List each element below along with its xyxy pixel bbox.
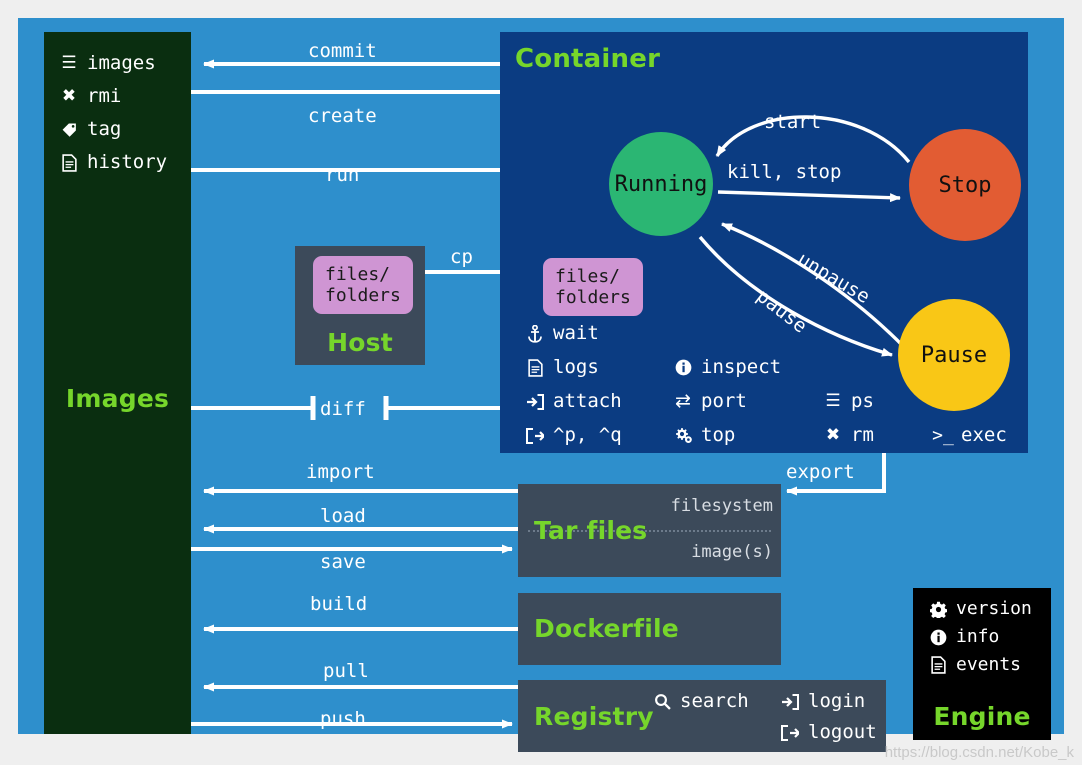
sign-in-icon xyxy=(524,393,546,410)
pause-state-circle[interactable]: Pause xyxy=(898,299,1010,411)
container-panel-title: Container xyxy=(515,44,661,74)
import-edge-label: import xyxy=(306,461,375,483)
command-label: top xyxy=(701,424,736,446)
load-edge-label: load xyxy=(320,505,366,527)
images-command-tag[interactable]: tag xyxy=(58,120,167,139)
registry-panel-title: Registry xyxy=(534,702,654,731)
engine-panel-title: Engine xyxy=(933,702,1031,731)
command-label: logout xyxy=(808,721,877,743)
images-panel-title: Images xyxy=(65,384,170,413)
terminal-icon: >_ xyxy=(932,424,954,446)
command-label: ^p, ^q xyxy=(553,424,622,446)
container-command-port[interactable]: ⇄ port xyxy=(672,392,822,411)
commit-edge-label: commit xyxy=(308,40,377,62)
engine-command-list: version info events xyxy=(927,600,1032,684)
export-edge-label: export xyxy=(786,461,855,483)
sign-out-icon xyxy=(524,427,546,444)
command-label: rm xyxy=(851,424,874,446)
container-command-inspect[interactable]: inspect xyxy=(672,358,822,377)
command-label: login xyxy=(808,690,866,712)
registry-command-search[interactable]: search xyxy=(651,692,779,711)
start-transition-label: start xyxy=(764,111,822,133)
docker-architecture-diagram: ☰ images ✖ rmi tag history Images Contai… xyxy=(0,0,1082,765)
close-x-icon: ✖ xyxy=(61,86,77,106)
cp-edge-label: cp xyxy=(450,246,473,268)
images-command-rmi[interactable]: ✖ rmi xyxy=(58,87,167,106)
diagram-canvas: ☰ images ✖ rmi tag history Images Contai… xyxy=(18,18,1064,752)
command-label: ps xyxy=(851,390,874,412)
registry-command-list: search login logout xyxy=(651,692,877,742)
container-command-attach[interactable]: attach xyxy=(524,392,672,411)
command-label: version xyxy=(956,598,1032,619)
engine-command-version[interactable]: version xyxy=(927,600,1032,618)
search-icon xyxy=(651,693,673,710)
exchange-icon: ⇄ xyxy=(675,390,691,412)
tag-icon xyxy=(58,121,80,138)
list-icon: ☰ xyxy=(61,53,77,73)
container-command-exec[interactable]: >_ exec xyxy=(932,426,1024,445)
diff-edge-label: diff xyxy=(320,398,366,420)
stop-state-circle[interactable]: Stop xyxy=(909,129,1021,241)
info-icon xyxy=(672,359,694,376)
run-edge-label: run xyxy=(325,164,360,186)
container-command-detach-keys[interactable]: ^p, ^q xyxy=(524,426,672,445)
container-command-logs[interactable]: logs xyxy=(524,358,672,377)
cogs-icon xyxy=(672,427,694,444)
images-panel: ☰ images ✖ rmi tag history Images xyxy=(44,32,191,734)
registry-command-login[interactable]: login xyxy=(779,692,877,711)
tar-files-panel-title: Tar files xyxy=(534,516,648,545)
tar-files-panel: Tar files filesystem image(s) xyxy=(518,484,781,577)
container-command-top[interactable]: top xyxy=(672,426,822,445)
sign-out-icon xyxy=(779,724,801,741)
close-x-icon: ✖ xyxy=(825,425,841,445)
command-label: search xyxy=(680,690,749,712)
running-state-circle[interactable]: Running xyxy=(609,132,713,236)
command-label: history xyxy=(87,151,168,173)
images-command-history[interactable]: history xyxy=(58,153,167,172)
anchor-icon xyxy=(524,324,546,343)
host-files-folders-chip: files/ folders xyxy=(313,256,413,315)
host-panel-title: Host xyxy=(327,328,393,357)
file-icon xyxy=(58,153,80,172)
command-label: tag xyxy=(87,118,122,140)
registry-command-logout[interactable]: logout xyxy=(779,723,877,742)
tar-filesystem-label: filesystem xyxy=(670,496,773,516)
images-command-list: ☰ images ✖ rmi tag history xyxy=(58,54,167,186)
command-label: port xyxy=(701,390,747,412)
command-label: exec xyxy=(961,424,1007,446)
container-command-wait[interactable]: wait xyxy=(524,324,672,343)
gear-icon xyxy=(927,601,949,618)
watermark: https://blog.csdn.net/Kobe_k xyxy=(884,744,1074,761)
create-edge-label: create xyxy=(308,105,377,127)
command-label: events xyxy=(956,654,1022,675)
container-command-rm[interactable]: ✖ rm xyxy=(822,426,932,445)
sign-in-icon xyxy=(779,693,801,710)
container-files-folders-chip: files/ folders xyxy=(543,258,643,317)
command-label: images xyxy=(87,52,156,74)
command-label: rmi xyxy=(87,85,122,107)
command-label: wait xyxy=(553,322,599,344)
file-icon xyxy=(524,358,546,377)
command-label: logs xyxy=(553,356,599,378)
tar-images-label: image(s) xyxy=(691,542,773,562)
host-panel: files/ folders Host xyxy=(295,246,425,365)
build-edge-label: build xyxy=(310,593,368,615)
command-label: info xyxy=(956,626,1000,647)
file-icon xyxy=(927,656,949,674)
dockerfile-panel-title: Dockerfile xyxy=(534,614,679,643)
list-icon: ☰ xyxy=(825,391,841,411)
info-icon xyxy=(927,629,949,646)
command-label: inspect xyxy=(701,356,782,378)
kill-stop-transition-label: kill, stop xyxy=(727,161,842,183)
command-label: attach xyxy=(553,390,622,412)
engine-command-info[interactable]: info xyxy=(927,628,1032,646)
dockerfile-panel: Dockerfile xyxy=(518,593,781,665)
push-edge-label: push xyxy=(320,708,366,730)
pull-edge-label: pull xyxy=(323,660,369,682)
engine-command-events[interactable]: events xyxy=(927,656,1032,674)
engine-panel: version info events Engine xyxy=(913,588,1051,740)
registry-panel: Registry search login logout xyxy=(518,680,886,752)
save-edge-label: save xyxy=(320,551,366,573)
images-command-images[interactable]: ☰ images xyxy=(58,54,167,73)
